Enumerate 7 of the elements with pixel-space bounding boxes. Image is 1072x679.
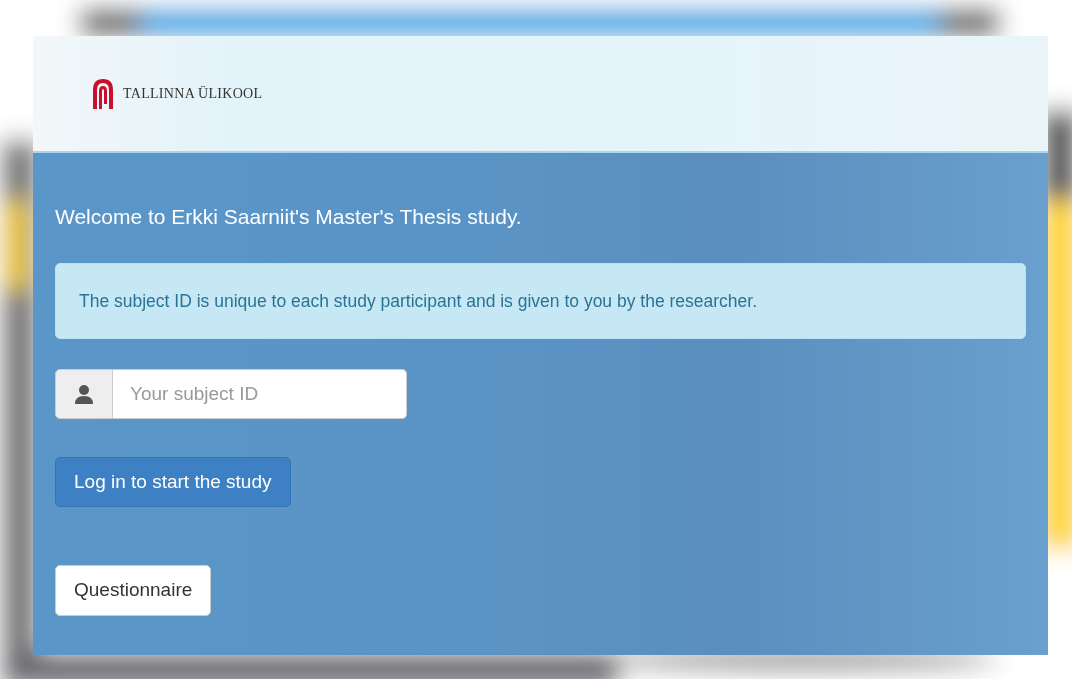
login-button[interactable]: Log in to start the study (55, 456, 291, 508)
logo-icon (91, 78, 115, 109)
logo-text: TALLINNA ÜLIKOOL (123, 85, 263, 103)
questionnaire-button[interactable]: Questionnaire (55, 565, 212, 616)
welcome-text: Welcome to Erkki Saarniit's Master's Thesis study. (55, 204, 523, 230)
info-alert: The subject ID is unique to each study participant and is given to you by the researcher. (55, 262, 1026, 339)
user-icon (74, 383, 94, 404)
